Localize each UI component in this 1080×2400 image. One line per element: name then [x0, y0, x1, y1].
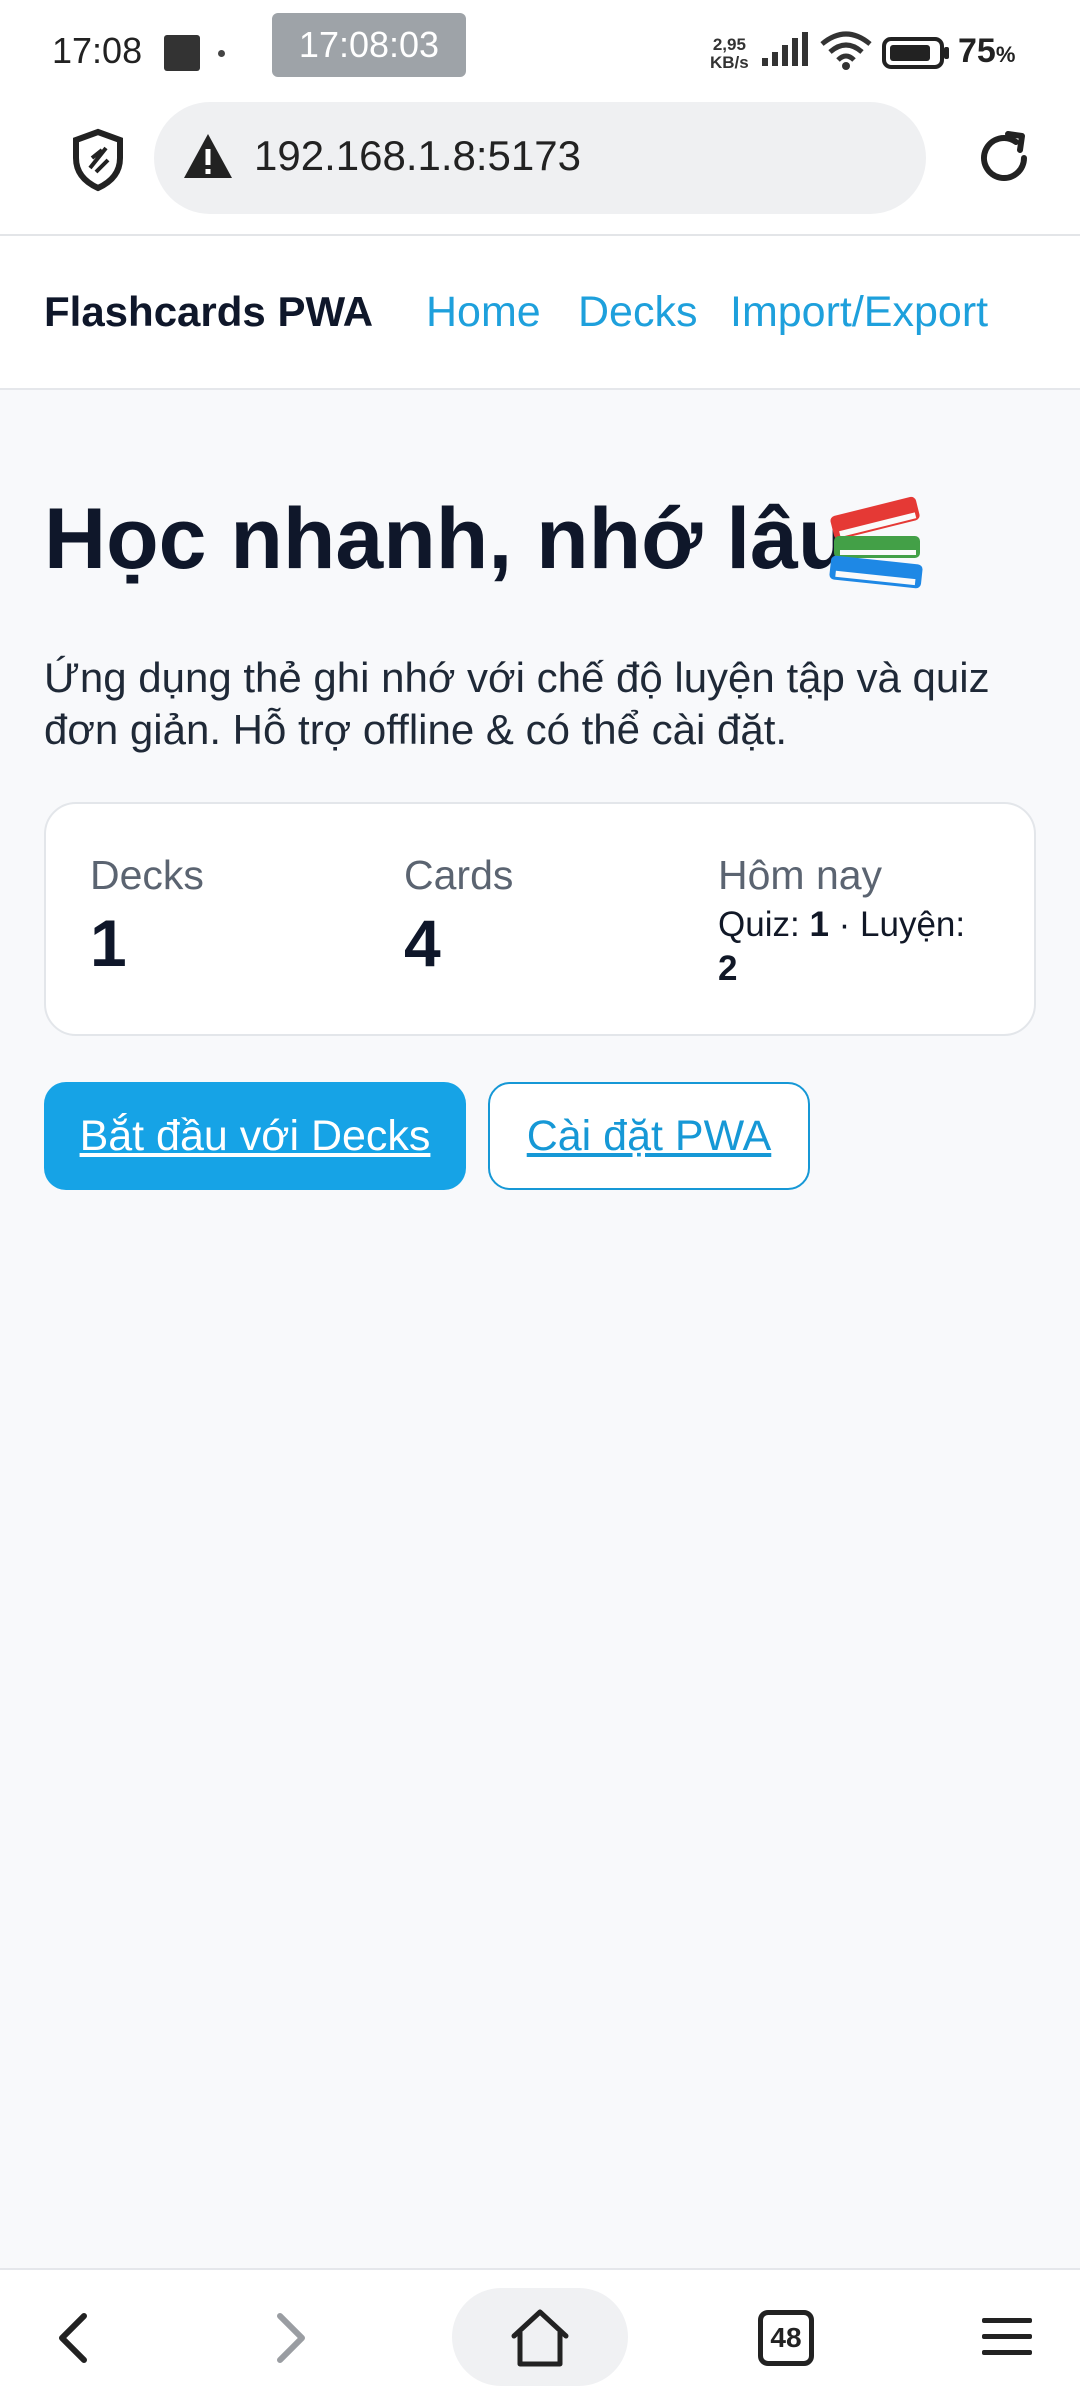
practice-label: Luyện:: [860, 905, 966, 944]
network-speed: 2,95 KB/s: [710, 36, 749, 72]
wifi-icon: [820, 31, 872, 70]
shield-icon[interactable]: [68, 128, 128, 192]
page-title: Học nhanh, nhớ lâu: [44, 490, 850, 589]
browser-bottom-bar: 48: [0, 2268, 1080, 2400]
warning-icon[interactable]: [182, 132, 234, 180]
nav-link-decks[interactable]: Decks: [578, 288, 697, 337]
stat-today-detail: Quiz: 1 · Luyện: 2: [718, 903, 988, 991]
stat-cards-label: Cards: [404, 852, 514, 898]
screen: 17:08 17:08:03 2,95 KB/s 75% 192.168.1.8…: [0, 0, 1080, 2400]
nav-link-home[interactable]: Home: [426, 288, 541, 337]
quiz-count: 1: [809, 905, 829, 944]
stat-decks-label: Decks: [90, 852, 204, 898]
back-icon[interactable]: [48, 2310, 98, 2366]
reload-icon[interactable]: [974, 128, 1034, 188]
status-bar: 17:08 17:08:03 2,95 KB/s 75%: [0, 0, 1080, 98]
practice-count: 2: [718, 949, 738, 988]
address-bar[interactable]: 192.168.1.8:5173: [154, 102, 926, 214]
home-button[interactable]: [452, 2288, 628, 2386]
page-title-text: Học nhanh, nhớ lâu: [44, 491, 851, 587]
app-header: Flashcards PWA Home Decks Import/Export: [0, 236, 1080, 390]
stat-cards-value: 4: [404, 906, 441, 980]
screen-recorder-timer: 17:08:03: [272, 13, 466, 77]
browser-toolbar: 192.168.1.8:5173: [0, 98, 1080, 236]
stat-today: Hôm nay Quiz: 1 · Luyện: 2: [718, 852, 988, 991]
stat-decks: Decks 1: [90, 852, 204, 981]
status-time: 17:08: [52, 30, 143, 71]
start-with-decks-button[interactable]: Bắt đầu với Decks: [44, 1082, 466, 1190]
stats-card: Decks 1 Cards 4 Hôm nay Quiz: 1 · Luyện:…: [44, 802, 1036, 1036]
brand-logo[interactable]: Flashcards PWA: [44, 288, 373, 336]
books-emoji: [829, 496, 923, 589]
forward-icon[interactable]: [266, 2310, 316, 2366]
home-icon[interactable]: [508, 2308, 572, 2368]
stat-decks-value: 1: [90, 906, 127, 980]
menu-icon[interactable]: [980, 2316, 1034, 2358]
nav-link-import-export[interactable]: Import/Export: [730, 288, 988, 337]
stat-today-label: Hôm nay: [718, 852, 883, 898]
network-speed-unit: KB/s: [710, 53, 749, 72]
page-description: Ứng dụng thẻ ghi nhớ với chế độ luyện tậ…: [44, 654, 990, 753]
stat-cards: Cards 4: [404, 852, 513, 981]
battery-icon: [882, 37, 949, 69]
tabs-icon[interactable]: 48: [758, 2310, 814, 2366]
url-text[interactable]: 192.168.1.8:5173: [254, 132, 581, 180]
more-notifications-icon: [218, 50, 225, 57]
stat-separator: ·: [838, 905, 851, 944]
battery-unit: %: [995, 42, 1016, 67]
battery-percentage: 75%: [958, 32, 1015, 71]
notification-icon: [164, 35, 200, 71]
network-speed-value: 2,95: [712, 35, 746, 54]
battery-value: 75: [958, 32, 996, 70]
quiz-label: Quiz:: [718, 905, 800, 944]
install-pwa-button[interactable]: Cài đặt PWA: [488, 1082, 810, 1190]
signal-icon: [762, 32, 808, 66]
